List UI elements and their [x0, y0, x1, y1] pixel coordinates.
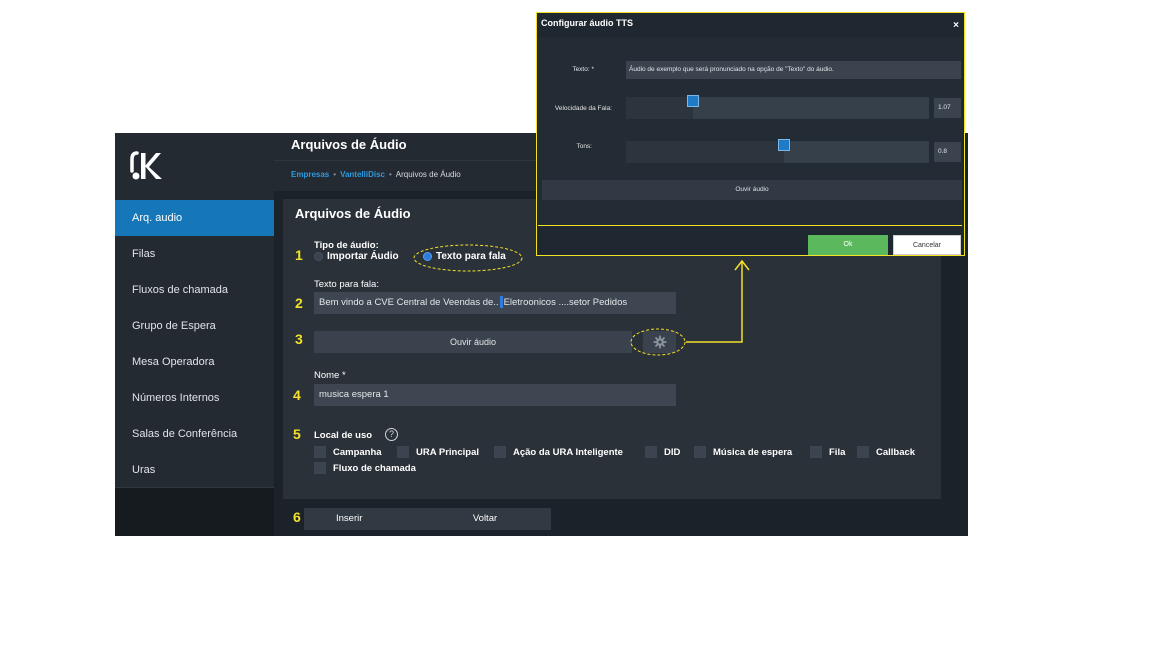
breadcrumb-separator: •	[333, 170, 337, 179]
texto-fala-value: Bem vindo a CVE Central de Veendas de..	[319, 297, 499, 308]
breadcrumb-separator: •	[388, 170, 392, 179]
checkbox-label-fila: Fila	[829, 447, 846, 458]
sidebar-footer	[115, 488, 274, 536]
tts-text-label: Texto: *	[572, 66, 594, 73]
breadcrumb: Empresas • VantelliDisc • Arquivos de Áudio	[291, 170, 461, 179]
modal-footer-divider	[538, 225, 962, 226]
sidebar-item-filas[interactable]: Filas	[115, 236, 274, 272]
velocidade-label: Velocidade da Fala:	[554, 105, 612, 112]
close-icon[interactable]: ×	[953, 20, 959, 31]
sidebar-item-salas-de-conferencia[interactable]: Salas de Conferência	[115, 416, 274, 452]
sidebar-item-label: Números Internos	[132, 392, 220, 404]
checkbox-acao-ura-inteligente[interactable]	[494, 446, 506, 458]
voltar-button[interactable]: Voltar	[419, 508, 551, 530]
tipo-audio-label: Tipo de áudio:	[314, 240, 379, 251]
ok-button[interactable]: Ok	[808, 235, 888, 255]
radio-label: Texto para fala	[436, 251, 506, 262]
velocidade-value[interactable]: 1.07	[934, 98, 961, 118]
ouvir-audio-button[interactable]: Ouvir áudio	[314, 331, 632, 353]
form-actions: Inserir Voltar	[283, 507, 968, 536]
sidebar-item-arq-audio[interactable]: Arq. audio	[115, 200, 274, 236]
breadcrumb-vantellidisc[interactable]: VantelliDisc	[340, 170, 385, 179]
modal-title: Configurar áudio TTS	[541, 18, 633, 28]
modal-ouvir-audio-button[interactable]: Ouvir áudio	[542, 180, 962, 200]
checkbox-label-did: DID	[664, 447, 681, 458]
checkbox-did[interactable]	[645, 446, 657, 458]
step-number-4: 4	[293, 387, 301, 403]
step-number-6: 6	[293, 509, 301, 525]
step-number-2: 2	[295, 295, 303, 311]
nome-input[interactable]: musica espera 1	[314, 384, 676, 406]
checkbox-label-fluxo-de-chamada: Fluxo de chamada	[333, 463, 416, 474]
tts-settings-button[interactable]	[643, 331, 676, 353]
texto-fala-input[interactable]: Bem vindo a CVE Central de Veendas de.. E…	[314, 292, 676, 314]
k-headset-logo[interactable]	[129, 149, 169, 185]
checkbox-label-musica-de-espera: Música de espera	[713, 447, 793, 458]
checkbox-ura-principal[interactable]	[397, 446, 409, 458]
sidebar-item-grupo-de-espera[interactable]: Grupo de Espera	[115, 308, 274, 344]
text-cursor	[499, 296, 503, 309]
sidebar-item-label: Mesa Operadora	[132, 356, 215, 368]
sidebar-item-label: Filas	[132, 248, 156, 260]
tons-slider-handle[interactable]	[778, 139, 790, 151]
cancel-button[interactable]: Cancelar	[893, 235, 961, 255]
radio-circle	[314, 252, 323, 261]
breadcrumb-empresas[interactable]: Empresas	[291, 170, 329, 179]
tts-text-input[interactable]: Áudio de exemplo que será pronunciado na…	[626, 61, 961, 79]
modal-body: Texto: * Áudio de exemplo que será pronu…	[538, 37, 962, 225]
question-circle-icon[interactable]: ?	[385, 428, 398, 441]
sidebar-item-label: Arq. audio	[132, 212, 183, 224]
sidebar-item-uras[interactable]: Uras	[115, 452, 274, 488]
sidebar-item-label: Uras	[132, 464, 156, 476]
radio-circle-selected	[423, 252, 432, 261]
slider-fill	[626, 97, 693, 119]
checkbox-fila[interactable]	[810, 446, 822, 458]
local-uso-label: Local de uso	[314, 430, 373, 441]
checkbox-callback[interactable]	[857, 446, 869, 458]
sidebar-item-label: Grupo de Espera	[132, 320, 216, 332]
step-number-1: 1	[295, 247, 303, 263]
checkbox-label-ura-principal: URA Principal	[416, 447, 479, 458]
texto-fala-label: Texto para fala:	[314, 279, 379, 290]
velocidade-slider-handle[interactable]	[687, 95, 699, 107]
tts-config-modal: Configurar áudio TTS × Texto: * Áudio de…	[536, 12, 965, 256]
checkbox-musica-de-espera[interactable]	[694, 446, 706, 458]
gear-icon	[653, 335, 666, 349]
slider-fill	[626, 141, 784, 163]
tons-slider[interactable]	[626, 139, 929, 163]
checkbox-fluxo-de-chamada[interactable]	[314, 462, 326, 474]
checkbox-label-callback: Callback	[876, 447, 916, 458]
step-number-5: 5	[293, 426, 301, 442]
tons-label: Tons:	[576, 143, 592, 150]
sidebar-item-fluxos-de-chamada[interactable]: Fluxos de chamada	[115, 272, 274, 308]
checkbox-campanha[interactable]	[314, 446, 326, 458]
radio-importar-audio[interactable]: Importar Áudio	[314, 251, 399, 262]
radio-texto-para-fala[interactable]: Texto para fala	[423, 251, 506, 262]
inserir-button[interactable]: Inserir	[304, 508, 436, 530]
tons-value[interactable]: 0.8	[934, 142, 961, 162]
checkbox-label-acao-ura-inteligente: Ação da URA Inteligente	[513, 447, 623, 458]
step-number-3: 3	[295, 331, 303, 347]
form-title: Arquivos de Áudio	[295, 206, 411, 221]
breadcrumb-current: Arquivos de Áudio	[395, 170, 461, 179]
sidebar-item-mesa-operadora[interactable]: Mesa Operadora	[115, 344, 274, 380]
checkbox-label-campanha: Campanha	[333, 447, 382, 458]
radio-label: Importar Áudio	[327, 251, 399, 262]
texto-fala-value: Eletroonicos ....setor Pedidos	[503, 297, 628, 308]
nome-label: Nome *	[314, 370, 346, 381]
sidebar-item-label: Salas de Conferência	[132, 428, 238, 440]
velocidade-slider[interactable]	[626, 95, 929, 119]
sidebar: Arq. audio Filas Fluxos de chamada Grupo…	[115, 133, 274, 536]
sidebar-item-label: Fluxos de chamada	[132, 284, 228, 296]
page-title: Arquivos de Áudio	[291, 137, 407, 152]
sidebar-item-numeros-internos[interactable]: Números Internos	[115, 380, 274, 416]
